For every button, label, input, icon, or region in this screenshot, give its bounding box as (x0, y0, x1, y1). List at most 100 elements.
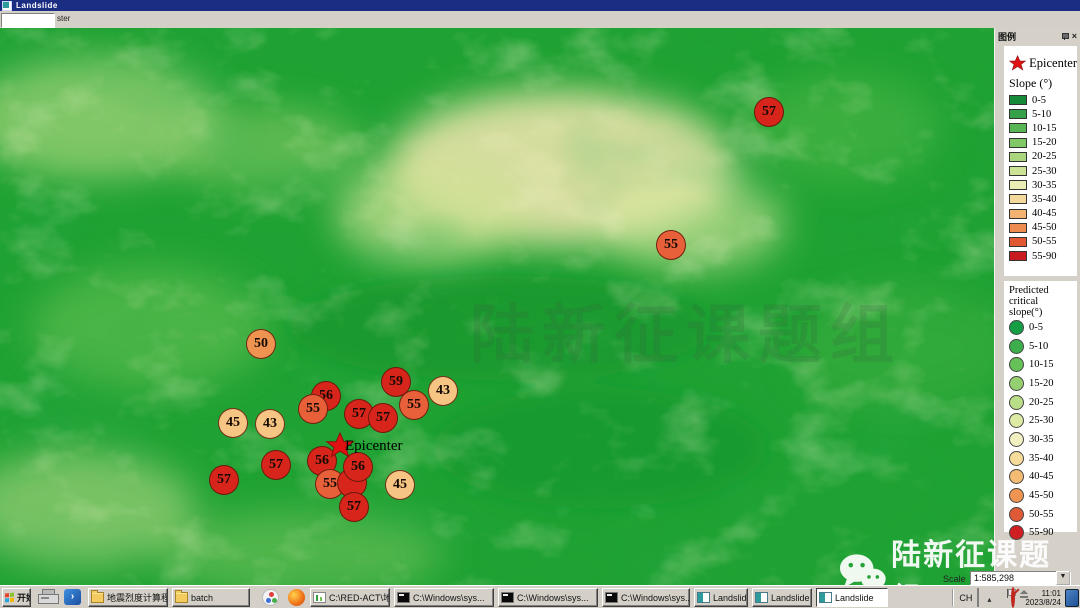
legend-item: 35-40 (1009, 192, 1077, 206)
legend-item-label: 30-35 (1032, 180, 1057, 191)
caret-icon[interactable]: ▴ (987, 595, 991, 604)
legend-item-label: 20-25 (1029, 397, 1054, 408)
taskbar-button[interactable]: C:\Windows\sys... (602, 588, 690, 607)
legend-swatch (1009, 138, 1027, 148)
legend-swatch (1009, 507, 1024, 522)
scale-value: 1:585,298 (971, 573, 1056, 583)
legend-item-label: 40-45 (1032, 208, 1057, 219)
legend-item-label: 15-20 (1032, 137, 1057, 148)
taskbar-button-label: Landslide (835, 593, 874, 603)
legend-swatch (1009, 413, 1024, 428)
taskbar-button[interactable]: Landslide (752, 588, 812, 607)
legend-swatch (1009, 109, 1027, 119)
legend-item-label: 20-25 (1032, 151, 1057, 162)
slope-marker: 57 (754, 97, 784, 127)
taskbar-button[interactable]: C:\RED-ACT\地... (310, 588, 390, 607)
legend-item: 25-30 (1009, 411, 1077, 430)
taskbar-button[interactable]: Landslide (694, 588, 748, 607)
pin-icon[interactable] (1061, 33, 1068, 40)
legend-item: 5-10 (1009, 337, 1077, 356)
window-title: Landslide (16, 1, 58, 10)
taskbar-button[interactable]: batch (172, 588, 250, 607)
legend-item-label: 30-35 (1029, 434, 1054, 445)
legend-item-label: 25-30 (1029, 415, 1054, 426)
legend-epicenter-star-icon (1009, 53, 1026, 74)
legend-item-label: 5-10 (1032, 109, 1051, 120)
slope-marker: 55 (656, 230, 686, 260)
volume-icon[interactable] (977, 588, 979, 607)
legend-item: 10-15 (1009, 355, 1077, 374)
epicenter-label: Epicenter (345, 438, 402, 455)
legend-swatch (1009, 194, 1027, 204)
printer-icon[interactable] (38, 589, 58, 605)
chart-icon (313, 592, 326, 603)
slope-marker: 57 (209, 465, 239, 495)
taskbar-button-label: C:\Windows\sys... (413, 593, 485, 603)
taskbar-button[interactable]: Landslide (816, 588, 888, 607)
firefox-icon[interactable] (288, 589, 305, 606)
legend-item-label: 25-30 (1032, 166, 1057, 177)
legend-swatch (1009, 395, 1024, 410)
taskbar-button-label: batch (191, 593, 213, 603)
legend-item-label: 10-15 (1029, 359, 1054, 370)
legend-swatch (1009, 251, 1027, 261)
legend-item: 45-50 (1009, 486, 1077, 505)
legend-critical-slope: Predicted critical slope(°) 0-55-1010-15… (1004, 281, 1077, 532)
window-titlebar[interactable]: Landslide (0, 0, 1080, 11)
start-button[interactable]: 开始 (2, 588, 31, 607)
legend-swatch (1009, 339, 1024, 354)
app-icon (2, 1, 12, 11)
application-window: Landslide ster (0, 0, 1080, 608)
close-icon[interactable]: × (1072, 33, 1077, 40)
legend-swatch (1009, 209, 1027, 219)
legend-item: 30-35 (1009, 178, 1077, 192)
legend-item: 0-5 (1009, 318, 1077, 337)
legend-epicenter-label: Epicenter (1029, 56, 1077, 71)
legend-swatch (1009, 432, 1024, 447)
legend-item-label: 0-5 (1032, 95, 1046, 106)
show-desktop-icon[interactable] (1065, 589, 1079, 607)
legend-critical-title-line2: slope(°) (1009, 307, 1077, 318)
legend-item-label: 35-40 (1032, 194, 1057, 205)
legend-item-label: 5-10 (1029, 341, 1048, 352)
taskbar-button-label: C:\Windows\sys... (517, 593, 589, 603)
legend-swatch (1009, 223, 1027, 233)
taskbar-button[interactable]: C:\Windows\sys... (498, 588, 598, 607)
taskbar-button[interactable]: C:\Windows\sys... (394, 588, 494, 607)
palette-icon[interactable] (262, 589, 279, 606)
legend-swatch (1009, 488, 1024, 503)
legend-slope-title: Slope (°) (1009, 76, 1077, 93)
console-icon (501, 592, 514, 603)
language-indicator[interactable]: CH (959, 593, 972, 603)
powershell-icon[interactable]: › (64, 589, 81, 605)
slope-marker: 57 (368, 403, 398, 433)
taskbar: 开始 › 地震烈度计算程... batch C:\RED-ACT\地... C:\Wi… (0, 585, 1080, 608)
scale-label: Scale (943, 574, 966, 584)
legend-item-label: 50-55 (1032, 236, 1057, 247)
slope-marker: 45 (385, 470, 415, 500)
legend-panel-titlebar[interactable]: 图例 × (995, 28, 1080, 44)
folder-icon (175, 592, 188, 603)
taskbar-button-label: Landslide (713, 593, 748, 603)
legend-item-label: 15-20 (1029, 378, 1054, 389)
legend-swatch (1009, 166, 1027, 176)
legend-swatch (1009, 451, 1024, 466)
windows-flag-icon (5, 592, 15, 603)
legend-item-label: 10-15 (1032, 123, 1057, 134)
taskbar-button-label: Landslide (771, 593, 810, 603)
console-icon (397, 592, 410, 603)
chevron-down-icon[interactable]: ▼ (1056, 571, 1070, 585)
legend-item: 20-25 (1009, 393, 1077, 412)
legend-item: 35-40 (1009, 449, 1077, 468)
toolbar-combobox[interactable] (1, 13, 55, 28)
legend-item: 50-55 (1009, 235, 1077, 249)
legend-item: 45-50 (1009, 221, 1077, 235)
taskbar-clock[interactable]: 11:01 2023/8/24 (1025, 589, 1061, 607)
taskbar-button-label: C:\Windows\sys... (621, 593, 690, 603)
scale-combobox[interactable]: 1:585,298 ▼ (970, 571, 1071, 585)
legend-swatch (1009, 180, 1027, 190)
toolbar-strip (0, 11, 1080, 29)
taskbar-button[interactable]: 地震烈度计算程... (88, 588, 168, 607)
legend-item: 25-30 (1009, 164, 1077, 178)
map-canvas[interactable]: 陆新征课题组 575550594356555557574543575655565… (0, 28, 994, 585)
